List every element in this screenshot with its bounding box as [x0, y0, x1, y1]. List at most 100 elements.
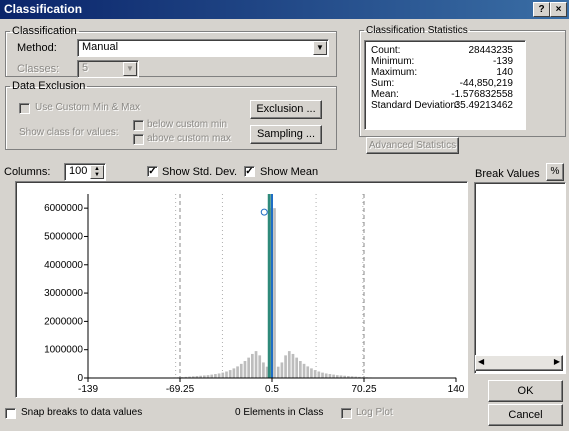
log-plot-checkbox[interactable] — [341, 408, 352, 419]
y-tick-label: 2000000 — [44, 316, 83, 327]
below-custom-checkbox[interactable] — [133, 120, 144, 131]
columns-spinner[interactable]: 100 ▲ ▼ — [64, 163, 106, 181]
above-custom-checkbox[interactable] — [133, 134, 144, 145]
stat-row: Sum: -44,850,219 — [371, 78, 513, 89]
chevron-down-icon[interactable]: ▼ — [123, 62, 137, 76]
show-std-dev-checkbox[interactable]: ✓ — [147, 166, 158, 177]
histogram-bar — [317, 371, 321, 378]
histogram-bar — [299, 361, 302, 378]
snap-breaks-checkbox[interactable] — [5, 408, 16, 419]
histogram-bar — [310, 368, 313, 378]
show-mean-checkbox[interactable]: ✓ — [244, 166, 255, 177]
advanced-statistics-button[interactable]: Advanced Statistics — [366, 137, 459, 154]
histogram-bar — [258, 355, 262, 378]
elements-in-class-text: 0 Elements in Class — [235, 407, 324, 418]
histogram-bar — [262, 362, 265, 378]
histogram-bar — [254, 351, 258, 378]
histogram-bar — [306, 366, 310, 378]
show-mean-label: Show Mean — [260, 166, 319, 178]
method-dropdown[interactable]: Manual ▼ — [77, 39, 329, 57]
stat-row: Maximum: 140 — [371, 67, 513, 78]
x-tick-label: -69.25 — [166, 384, 195, 395]
classes-label: Classes: — [17, 63, 60, 75]
histogram-bar — [214, 374, 217, 378]
stat-row: Minimum: -139 — [371, 56, 513, 67]
x-tick-label: 140 — [448, 384, 465, 395]
sampling-button[interactable]: Sampling ... — [250, 125, 322, 144]
histogram-bar — [239, 363, 243, 378]
classes-dropdown[interactable]: 5 ▼ — [77, 60, 139, 78]
chevron-left-icon[interactable]: ◀ — [478, 357, 484, 366]
y-tick-label: 3000000 — [44, 288, 83, 299]
histogram-bar — [228, 370, 232, 378]
snap-breaks-label: Snap breaks to data values — [21, 407, 143, 418]
histogram-bar — [236, 366, 239, 378]
use-custom-checkbox[interactable] — [19, 103, 30, 114]
method-value: Manual — [82, 41, 119, 53]
x-tick-label: 0.5 — [265, 384, 279, 395]
window-title: Classification — [4, 2, 83, 16]
columns-label: Columns: — [4, 166, 51, 178]
y-tick-label: 6000000 — [44, 203, 83, 214]
histogram-bar — [291, 353, 295, 378]
histogram-bar — [328, 374, 332, 378]
histogram-bar — [225, 371, 228, 378]
method-label: Method: — [17, 42, 57, 54]
help-button[interactable]: ? — [533, 2, 550, 17]
use-custom-label: Use Custom Min & Max — [35, 102, 141, 113]
histogram-bar — [287, 351, 291, 378]
histogram-bar — [280, 362, 284, 378]
ok-button[interactable]: OK — [488, 380, 563, 402]
histogram-bar — [284, 355, 287, 378]
break-values-scrollbar[interactable]: ◀ ▶ — [475, 355, 563, 371]
y-tick-label: 1000000 — [44, 345, 83, 356]
cancel-button[interactable]: Cancel — [488, 404, 563, 426]
stat-row: Count: 28443235 — [371, 45, 513, 56]
close-icon[interactable]: × — [550, 2, 567, 17]
y-tick-label: 4000000 — [44, 260, 83, 271]
spinner-arrows-icon[interactable]: ▲ ▼ — [90, 165, 104, 179]
above-custom-label: above custom max — [147, 133, 231, 144]
histogram-bar — [295, 357, 299, 378]
classification-group-label: Classification — [12, 25, 77, 37]
histogram-bar — [313, 370, 317, 378]
stat-row: Mean: -1.576832558 — [371, 89, 513, 100]
histogram-bar — [276, 366, 280, 378]
chevron-down-icon[interactable]: ▼ — [313, 41, 327, 55]
show-std-dev-label: Show Std. Dev. — [162, 166, 237, 178]
statistics-group-label: Classification Statistics — [366, 25, 468, 36]
histogram-bar — [324, 373, 328, 378]
histogram-bar — [273, 208, 276, 378]
exclusion-button[interactable]: Exclusion ... — [250, 100, 322, 119]
stat-row: Standard Deviation: 35.49213462 — [371, 100, 513, 111]
histogram-bar — [232, 368, 236, 378]
below-custom-label: below custom min — [147, 119, 228, 130]
mean-marker-icon — [260, 208, 268, 216]
chevron-right-icon[interactable]: ▶ — [554, 357, 560, 366]
histogram-bar — [251, 353, 254, 378]
statistics-box: Count: 28443235 Minimum: -139 Maximum: 140 … — [364, 40, 526, 130]
histogram-bar — [247, 357, 250, 378]
y-tick-label: 0 — [77, 373, 83, 384]
title-bar: Classification ? × — [0, 0, 569, 19]
break-values-list[interactable] — [474, 182, 566, 374]
classes-value: 5 — [82, 62, 89, 74]
x-tick-label: 70.25 — [351, 384, 376, 395]
histogram-bar — [217, 373, 221, 378]
histogram-frame: 0 1000000 2000000 3000000 4000000 5000000 6000… — [15, 181, 468, 398]
histogram-bar — [332, 374, 335, 378]
log-plot-label: Log Plot — [356, 407, 393, 418]
histogram-bar — [321, 372, 324, 378]
histogram-bar — [210, 374, 214, 378]
show-class-label: Show class for values: — [19, 127, 119, 138]
x-tick-label: -139 — [78, 384, 98, 395]
histogram-chart: 0 1000000 2000000 3000000 4000000 5000000 6000… — [44, 194, 465, 395]
histogram-bar — [221, 372, 225, 378]
break-values-label: Break Values — [475, 168, 540, 180]
y-tick-label: 5000000 — [44, 231, 83, 242]
percent-sort-icon[interactable]: % — [546, 163, 564, 181]
histogram-bar — [302, 363, 306, 378]
data-exclusion-group-label: Data Exclusion — [12, 80, 86, 92]
columns-value: 100 — [69, 165, 88, 177]
histogram-bar — [243, 361, 247, 378]
